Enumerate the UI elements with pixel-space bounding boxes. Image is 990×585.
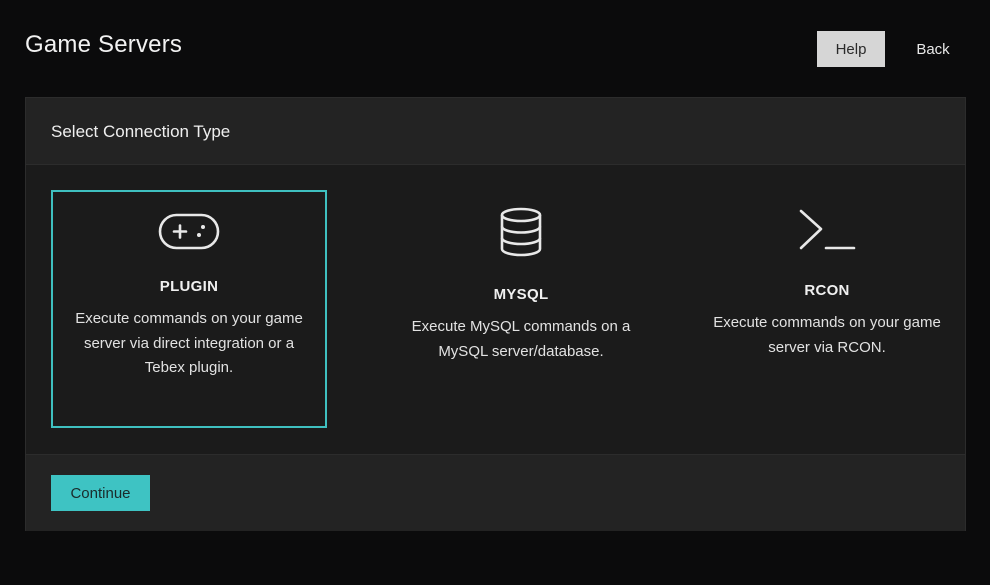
- database-icon: [500, 207, 542, 257]
- connection-options: PLUGIN Execute commands on your game ser…: [26, 165, 965, 453]
- option-plugin-title: PLUGIN: [159, 278, 219, 295]
- option-mysql[interactable]: MYSQL Execute MySQL commands on a MySQL …: [383, 190, 659, 428]
- panel-title: Select Connection Type: [26, 98, 965, 165]
- option-mysql-title: MYSQL: [493, 286, 549, 303]
- back-button[interactable]: Back: [901, 31, 965, 67]
- option-mysql-description: Execute MySQL commands on a MySQL server…: [411, 318, 631, 360]
- panel-footer: Continue: [26, 454, 965, 531]
- continue-button[interactable]: Continue: [51, 475, 150, 511]
- option-rcon-description: Execute commands on your game server via…: [713, 314, 941, 356]
- gamepad-icon: [158, 213, 220, 250]
- option-plugin[interactable]: PLUGIN Execute commands on your game ser…: [51, 190, 327, 428]
- connection-type-panel: Select Connection Type PLUGIN Execute co…: [25, 97, 966, 531]
- page-title: Game Servers: [25, 31, 183, 58]
- option-rcon-title: RCON: [804, 282, 850, 299]
- help-button[interactable]: Help: [817, 31, 885, 67]
- page: Game Servers Help Back Select Connection…: [0, 0, 990, 585]
- option-plugin-description: Execute commands on your game server via…: [75, 310, 303, 376]
- option-rcon[interactable]: RCON Execute commands on your game serve…: [689, 190, 965, 428]
- terminal-icon: [799, 209, 856, 250]
